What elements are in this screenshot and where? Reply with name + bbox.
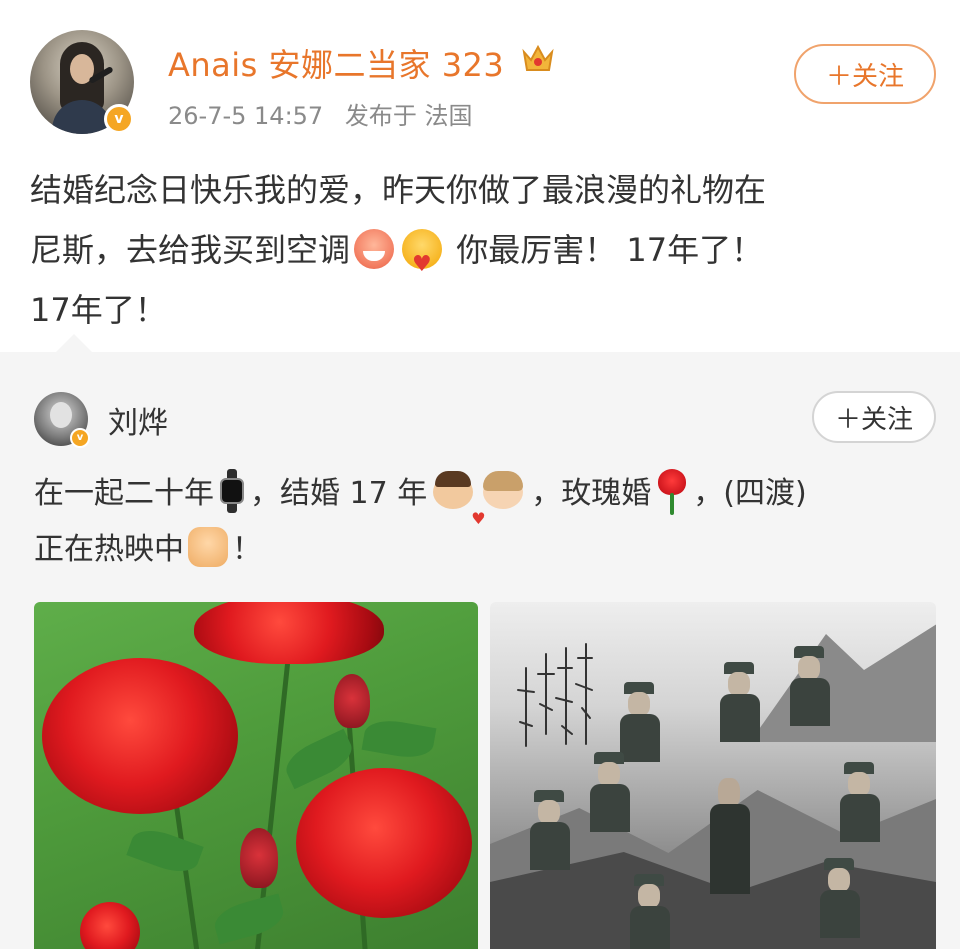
movie-poster[interactable] — [490, 602, 936, 949]
repost-text-segment: 在一起二十年 — [34, 476, 214, 511]
crown-icon — [522, 44, 554, 71]
repost-text-line: 在一起二十年 ，结婚 17 年 ♥ ，玫瑰婚 ，(四渡) — [34, 466, 934, 528]
repost-follow-button[interactable]: ＋关注 — [812, 391, 936, 443]
repost-text-segment: ！ — [232, 532, 262, 567]
post-username[interactable]: Anais 安娜二当家 323 — [168, 40, 504, 86]
repost-text-segment: 正在热映中 — [34, 532, 184, 567]
couple-emoji: ♥ — [431, 469, 527, 528]
laugh-emoji — [354, 229, 395, 269]
repost-text-segment: ，结婚 17 年 — [250, 476, 428, 511]
rose-emoji — [655, 469, 689, 515]
love-emoji — [402, 229, 443, 295]
repost-text-segment: ，(四渡) — [693, 476, 807, 511]
repost-text: 在一起二十年 ，结婚 17 年 ♥ ，玫瑰婚 ，(四渡) 正在热映中 ！ — [34, 466, 934, 578]
verified-badge-icon: v — [104, 104, 134, 134]
repost-text-segment: ，玫瑰婚 — [531, 476, 652, 511]
post-meta: 26-7-5 14:57 发布于 法国 — [168, 96, 472, 131]
fist-emoji — [188, 527, 228, 567]
red-roses-photo[interactable] — [34, 602, 478, 949]
follow-button[interactable]: ＋关注 — [794, 44, 936, 104]
post-text-line: 结婚纪念日快乐我的爱，昨天你做了最浪漫的礼物在 — [30, 171, 767, 209]
post-datetime: 26-7-5 14:57 — [168, 102, 324, 130]
post-text-line: 17年了！ — [30, 291, 167, 329]
post-text-line: 尼斯，去给我买到空调 你最厉害！ 17年了！ — [30, 220, 930, 295]
post-location: 发布于 法国 — [344, 102, 473, 130]
post-text: 结婚纪念日快乐我的爱，昨天你做了最浪漫的礼物在 尼斯，去给我买到空调 你最厉害！… — [30, 160, 930, 340]
post-text-segment: 尼斯，去给我买到空调 — [30, 231, 351, 269]
repost-notch — [56, 334, 92, 352]
post-text-segment: 你最厉害！ 17年了！ — [456, 231, 764, 269]
calligraphy-graphic — [517, 643, 593, 747]
post-header: v Anais 安娜二当家 323 26-7-5 14:57 发布于 法国 ＋关… — [0, 0, 960, 150]
repost-username[interactable]: 刘烨 — [108, 398, 168, 442]
verified-badge-icon: v — [70, 428, 90, 448]
watch-emoji — [220, 469, 244, 513]
